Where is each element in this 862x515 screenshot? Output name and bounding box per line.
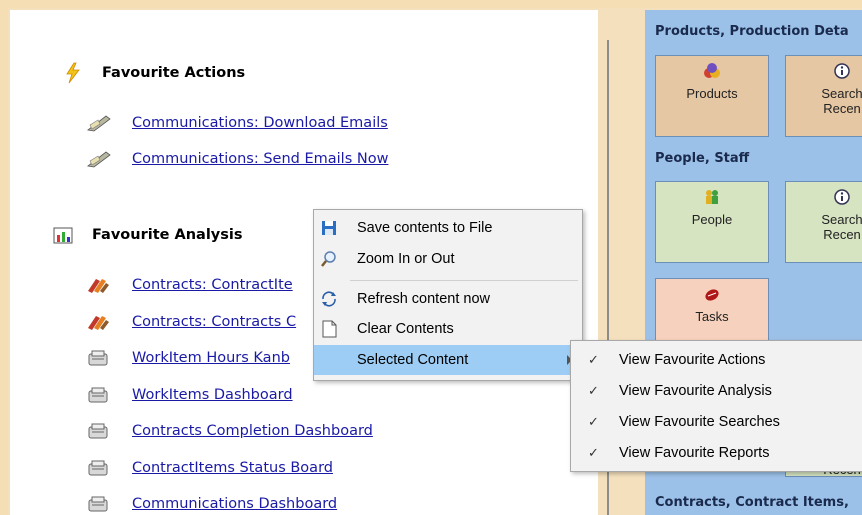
submenu-item-label: View Favourite Reports: [619, 444, 770, 461]
favourite-actions-heading: Favourite Actions: [62, 62, 245, 84]
analysis-link[interactable]: Contracts: ContractIte: [132, 277, 293, 293]
list-item[interactable]: ContractItems Status Board: [86, 456, 333, 480]
list-item[interactable]: Communications Dashboard: [86, 492, 337, 515]
chart-icon: [52, 224, 82, 246]
favourite-analysis-heading: Favourite Analysis: [52, 224, 243, 246]
list-item[interactable]: Communications: Download Emails: [86, 111, 388, 135]
menu-item-label: Clear Contents: [357, 321, 454, 337]
lightning-icon: [62, 62, 92, 84]
analysis-icon: [86, 312, 112, 332]
menu-item-label: Save contents to File: [357, 220, 493, 236]
refresh-icon: [320, 290, 338, 308]
list-item[interactable]: Contracts: Contracts C: [86, 310, 296, 334]
menu-item-zoom[interactable]: Zoom In or Out: [314, 244, 582, 274]
menu-item-label: Zoom In or Out: [357, 251, 455, 267]
favourite-analysis-title: Favourite Analysis: [92, 227, 243, 243]
tile-label: Search: [821, 212, 862, 227]
submenu-item-label: View Favourite Analysis: [619, 382, 772, 399]
tile-label-line2: Recen: [823, 101, 861, 116]
submenu-item-label: View Favourite Searches: [619, 413, 780, 430]
menu-item-label: Refresh content now: [357, 291, 490, 307]
list-item[interactable]: Contracts: ContractIte: [86, 273, 293, 297]
menu-item-selected-content[interactable]: Selected Content: [314, 345, 582, 375]
document-icon: [320, 320, 338, 338]
tile-search-recent[interactable]: Search Recen: [785, 55, 862, 137]
list-item[interactable]: WorkItems Dashboard: [86, 383, 293, 407]
list-item[interactable]: Communications: Send Emails Now: [86, 147, 388, 171]
tasks-icon: [703, 285, 721, 303]
menu-item-clear-contents[interactable]: Clear Contents: [314, 314, 582, 344]
submenu-item-label: View Favourite Actions: [619, 351, 766, 368]
list-item[interactable]: WorkItem Hours Kanb: [86, 346, 290, 370]
analysis-icon: [86, 275, 112, 295]
analysis-link[interactable]: WorkItems Dashboard: [132, 387, 293, 403]
menu-item-save-contents[interactable]: Save contents to File: [314, 213, 582, 243]
checkmark-icon: ✓: [588, 413, 599, 429]
info-icon: [833, 188, 851, 206]
tile-label-line2: Recen: [823, 227, 861, 242]
analysis-link[interactable]: Contracts Completion Dashboard: [132, 423, 373, 439]
analysis-link[interactable]: Contracts: Contracts C: [132, 314, 296, 330]
context-menu: Save contents to File Zoom In or Out Ref…: [313, 209, 583, 381]
action-link-send-emails[interactable]: Communications: Send Emails Now: [132, 151, 388, 167]
dashboard-icon: [86, 421, 112, 441]
group-title-products: Products, Production Deta: [655, 24, 849, 39]
list-item[interactable]: Contracts Completion Dashboard: [86, 419, 373, 443]
group-title-contracts: Contracts, Contract Items,: [655, 495, 849, 510]
favourite-actions-title: Favourite Actions: [102, 65, 246, 81]
analysis-link[interactable]: Communications Dashboard: [132, 496, 337, 512]
checkmark-icon: ✓: [588, 382, 599, 398]
menu-item-refresh[interactable]: Refresh content now: [314, 284, 582, 314]
dashboard-icon: [86, 385, 112, 405]
checkmark-icon: ✓: [588, 444, 599, 460]
tile-label: Tasks: [695, 309, 729, 324]
tile-people[interactable]: People: [655, 181, 769, 263]
action-icon: [86, 149, 112, 169]
checkmark-icon: ✓: [588, 351, 599, 367]
people-icon: [703, 188, 721, 206]
save-icon: [320, 219, 338, 237]
dashboard-icon: [86, 494, 112, 514]
submenu-item-view-reports[interactable]: ✓ View Favourite Reports: [571, 437, 862, 468]
tile-search-recent-people[interactable]: Search Recen: [785, 181, 862, 263]
analysis-link[interactable]: ContractItems Status Board: [132, 460, 333, 476]
products-icon: [703, 62, 721, 80]
menu-separator: [350, 280, 578, 281]
action-icon: [86, 113, 112, 133]
info-icon: [833, 62, 851, 80]
group-title-people: People, Staff: [655, 151, 750, 166]
analysis-link[interactable]: WorkItem Hours Kanb: [132, 350, 290, 366]
magnifier-icon: [320, 250, 338, 268]
tile-label: People: [691, 212, 733, 227]
tile-products[interactable]: Products: [655, 55, 769, 137]
submenu-item-view-searches[interactable]: ✓ View Favourite Searches: [571, 406, 862, 437]
tile-label: Search: [821, 86, 862, 101]
dashboard-icon: [86, 348, 112, 368]
submenu-item-view-analysis[interactable]: ✓ View Favourite Analysis: [571, 375, 862, 406]
action-link-download-emails[interactable]: Communications: Download Emails: [132, 115, 388, 131]
dashboard-icon: [86, 458, 112, 478]
submenu-item-view-actions[interactable]: ✓ View Favourite Actions: [571, 344, 862, 375]
menu-item-label: Selected Content: [357, 352, 469, 368]
selected-content-submenu: ✓ View Favourite Actions ✓ View Favourit…: [570, 340, 862, 472]
tile-label: Products: [686, 86, 738, 101]
